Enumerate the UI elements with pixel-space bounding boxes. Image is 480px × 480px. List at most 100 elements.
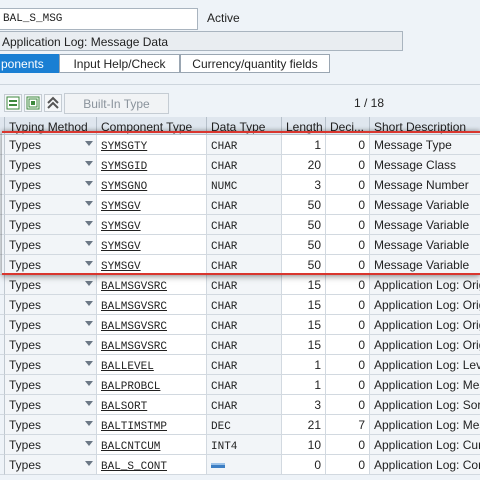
chevron-down-icon[interactable]: [85, 141, 93, 146]
typing-method-select[interactable]: Types: [5, 275, 97, 295]
table-row[interactable]: Types BALPROBCL CHAR 1 0 Application Log: Mes…: [0, 375, 480, 395]
delete-row-button[interactable]: [24, 94, 42, 112]
table-row[interactable]: Types SYMSGNO NUMC 3 0 Message Number: [0, 175, 480, 195]
column-header-length[interactable]: Length: [282, 117, 326, 135]
table-row[interactable]: Types BALMSGVSRC CHAR 15 0 Application Log: O…: [0, 295, 480, 315]
component-type-field[interactable]: BALTIMSTMP: [97, 415, 207, 435]
typing-method-select[interactable]: Types: [5, 135, 97, 155]
chevron-down-icon[interactable]: [85, 401, 93, 406]
column-header-typing-method[interactable]: Typing Method: [5, 117, 97, 135]
component-type-field[interactable]: BALMSGVSRC: [97, 275, 207, 295]
data-type-cell: CHAR: [207, 295, 282, 315]
data-type-cell: INT4: [207, 435, 282, 455]
column-header-decimals[interactable]: Deci...: [326, 117, 370, 135]
typing-method-value: Types: [9, 178, 42, 192]
typing-method-value: Types: [9, 158, 42, 172]
move-up-icon: [47, 96, 59, 109]
typing-method-select[interactable]: Types: [5, 255, 97, 275]
length-cell: 21: [282, 415, 326, 435]
component-type-field[interactable]: SYMSGV: [97, 235, 207, 255]
tab-components[interactable]: ponents: [0, 54, 59, 73]
component-type-field[interactable]: SYMSGV: [97, 195, 207, 215]
length-cell: 10: [282, 435, 326, 455]
typing-method-value: Types: [9, 418, 42, 432]
component-type-field[interactable]: BALMSGVSRC: [97, 335, 207, 355]
move-up-button[interactable]: [44, 94, 62, 112]
typing-method-select[interactable]: Types: [5, 375, 97, 395]
component-type-field[interactable]: SYMSGNO: [97, 175, 207, 195]
typing-method-value: Types: [9, 218, 42, 232]
typing-method-select[interactable]: Types: [5, 315, 97, 335]
table-row[interactable]: Types BALMSGVSRC CHAR 15 0 Application Log: O…: [0, 315, 480, 335]
chevron-down-icon[interactable]: [85, 161, 93, 166]
component-type-field[interactable]: SYMSGTY: [97, 135, 207, 155]
table-row[interactable]: Types SYMSGV CHAR 50 0 Message Variable: [0, 235, 480, 255]
component-type-value: BALTIMSTMP: [101, 421, 168, 433]
column-header-data-type[interactable]: Data Type: [207, 117, 282, 135]
data-type-cell: CHAR: [207, 275, 282, 295]
builtin-type-button[interactable]: Built-In Type: [64, 93, 169, 114]
decimals-cell: 0: [326, 295, 370, 315]
component-type-field[interactable]: SYMSGV: [97, 255, 207, 275]
chevron-down-icon[interactable]: [85, 221, 93, 226]
typing-method-select[interactable]: Types: [5, 395, 97, 415]
insert-row-button[interactable]: [4, 94, 22, 112]
chevron-down-icon[interactable]: [85, 201, 93, 206]
column-header-short-description[interactable]: Short Description: [370, 117, 480, 135]
length-cell: 50: [282, 195, 326, 215]
typing-method-select[interactable]: Types: [5, 155, 97, 175]
typing-method-select[interactable]: Types: [5, 455, 97, 475]
table-row[interactable]: Types BAL_S_CONT 0 0 Application Log: Cont: [0, 455, 480, 475]
component-type-field[interactable]: BALMSGVSRC: [97, 295, 207, 315]
table-row[interactable]: Types SYMSGID CHAR 20 0 Message Class: [0, 155, 480, 175]
tab-currency-quantity-fields[interactable]: Currency/quantity fields: [180, 54, 330, 73]
typing-method-select[interactable]: Types: [5, 435, 97, 455]
typing-method-select[interactable]: Types: [5, 335, 97, 355]
typing-method-select[interactable]: Types: [5, 215, 97, 235]
component-type-field[interactable]: SYMSGID: [97, 155, 207, 175]
typing-method-select[interactable]: Types: [5, 175, 97, 195]
typing-method-select[interactable]: Types: [5, 415, 97, 435]
table-row[interactable]: Types BALMSGVSRC CHAR 15 0 Application Log: O…: [0, 335, 480, 355]
typing-method-select[interactable]: Types: [5, 295, 97, 315]
table-row[interactable]: Types SYMSGTY CHAR 1 0 Message Type: [0, 135, 480, 155]
chevron-down-icon[interactable]: [85, 181, 93, 186]
structure-name-field[interactable]: BAL_S_MSG: [0, 8, 198, 30]
component-type-field[interactable]: BALPROBCL: [97, 375, 207, 395]
chevron-down-icon[interactable]: [85, 301, 93, 306]
typing-method-select[interactable]: Types: [5, 195, 97, 215]
tab-input-help-check[interactable]: Input Help/Check: [59, 54, 180, 73]
chevron-down-icon[interactable]: [85, 281, 93, 286]
table-row[interactable]: Types BALCNTCUM INT4 10 0 Application Log: Cu…: [0, 435, 480, 455]
chevron-down-icon[interactable]: [85, 341, 93, 346]
column-header-component-type[interactable]: Component Type: [97, 117, 207, 135]
chevron-down-icon[interactable]: [85, 361, 93, 366]
table-row[interactable]: Types BALSORT CHAR 3 0 Application Log: Sort: [0, 395, 480, 415]
chevron-down-icon[interactable]: [85, 321, 93, 326]
chevron-down-icon[interactable]: [85, 261, 93, 266]
chevron-down-icon[interactable]: [85, 461, 93, 466]
short-description-cell: Application Log: Orig: [370, 275, 480, 295]
data-type-value: CHAR: [211, 341, 238, 353]
table-row[interactable]: Types SYMSGV CHAR 50 0 Message Variable: [0, 255, 480, 275]
structure-description-field[interactable]: Application Log: Message Data: [0, 31, 403, 51]
table-row[interactable]: Types BALTIMSTMP DEC 21 7 Application Log: Me…: [0, 415, 480, 435]
table-row[interactable]: Types SYMSGV CHAR 50 0 Message Variable: [0, 215, 480, 235]
table-row[interactable]: Types SYMSGV CHAR 50 0 Message Variable: [0, 195, 480, 215]
chevron-down-icon[interactable]: [85, 441, 93, 446]
chevron-down-icon[interactable]: [85, 241, 93, 246]
component-type-field[interactable]: BAL_S_CONT: [97, 455, 207, 475]
component-type-field[interactable]: BALLEVEL: [97, 355, 207, 375]
data-type-value: CHAR: [211, 161, 238, 173]
component-type-field[interactable]: BALSORT: [97, 395, 207, 415]
component-type-field[interactable]: SYMSGV: [97, 215, 207, 235]
typing-method-select[interactable]: Types: [5, 355, 97, 375]
typing-method-select[interactable]: Types: [5, 235, 97, 255]
table-row[interactable]: Types BALLEVEL CHAR 1 0 Application Log: Leve: [0, 355, 480, 375]
table-row[interactable]: Types BALMSGVSRC CHAR 15 0 Application Log: O…: [0, 275, 480, 295]
component-type-field[interactable]: BALMSGVSRC: [97, 315, 207, 335]
chevron-down-icon[interactable]: [85, 381, 93, 386]
component-type-field[interactable]: BALCNTCUM: [97, 435, 207, 455]
chevron-down-icon[interactable]: [85, 421, 93, 426]
length-cell: 20: [282, 155, 326, 175]
